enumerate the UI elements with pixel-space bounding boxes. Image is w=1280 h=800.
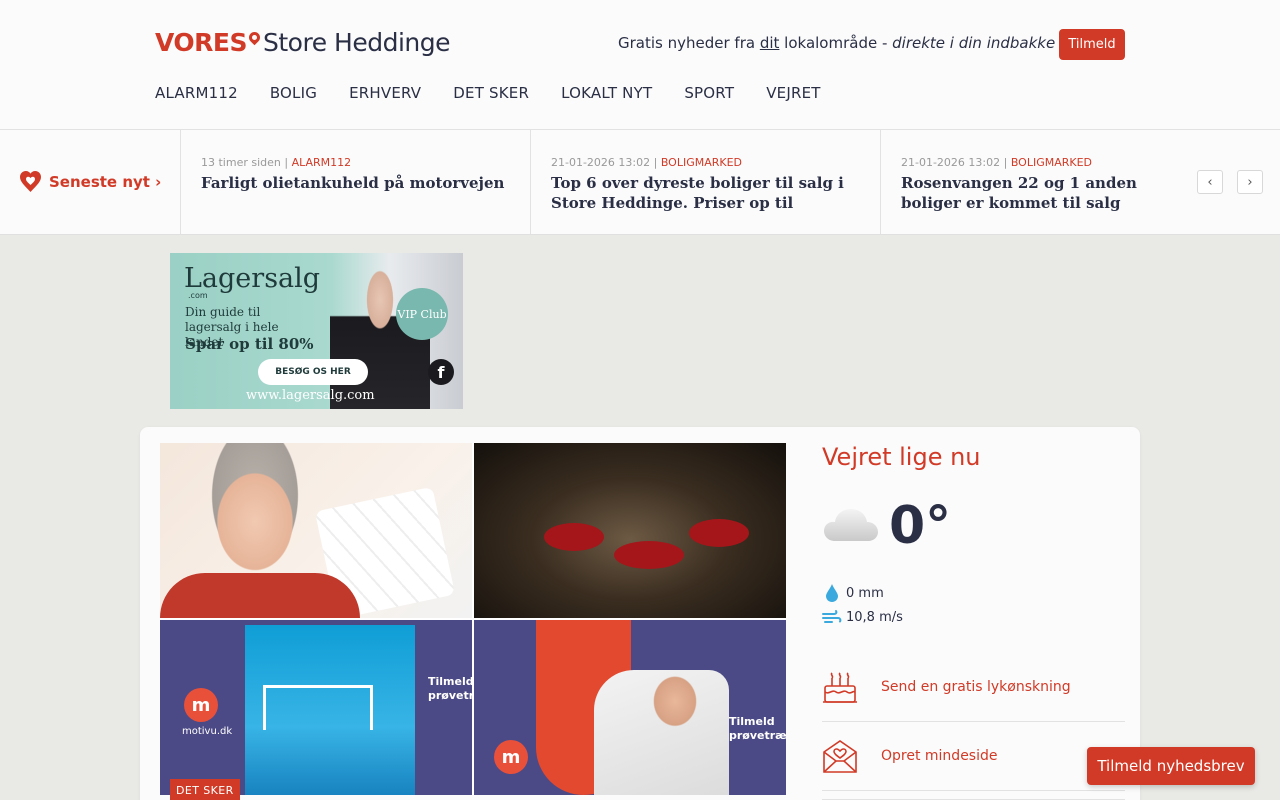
featured-image-collage[interactable]: m motivu.dk Tilmeld prøvetræn m Tilmeld …: [160, 443, 786, 795]
memorial-page-link[interactable]: Opret mindeside: [822, 722, 1125, 791]
tagline-text: Gratis nyheder fra: [618, 34, 760, 52]
weather-wind-row: 10,8 m/s: [822, 607, 903, 627]
ticker-category[interactable]: BOLIGMARKED: [1011, 156, 1092, 169]
ad-vip-badge: VIP Club: [396, 288, 448, 340]
memorial-letter-icon: [823, 740, 857, 773]
ticker-title[interactable]: Top 6 over dyreste boliger til salg i St…: [551, 173, 860, 213]
goal-shape: [263, 685, 373, 730]
birthday-greeting-label: Send en gratis lykønskning: [881, 679, 1071, 695]
ticker-category[interactable]: BOLIGMARKED: [661, 156, 742, 169]
tagline-underlined: dit: [759, 34, 780, 52]
motivu-logo-icon: m: [184, 688, 218, 722]
tile-signup-text: Tilmeld prøvetræn: [428, 675, 472, 702]
ticker-time: 21-01-2026 13:02: [901, 156, 1001, 169]
collage-image-cards-woman: [160, 443, 472, 618]
weather-precipitation-row: 0 mm: [822, 583, 884, 603]
nav-item-lokalt-nyt[interactable]: LOKALT NYT: [561, 84, 652, 102]
cloud-icon: [824, 509, 878, 541]
logo-town: Store Heddinge: [263, 28, 450, 57]
karate-image: [594, 670, 729, 795]
ad-visit-button[interactable]: BESØG OS HER: [258, 359, 368, 385]
nav-item-sport[interactable]: SPORT: [684, 84, 734, 102]
collage-image-waterpolo: m motivu.dk Tilmeld prøvetræn: [160, 620, 472, 795]
nav-item-bolig[interactable]: BOLIG: [270, 84, 317, 102]
location-pin-icon: [246, 29, 263, 46]
ticker-item[interactable]: 21-01-2026 13:02 | BOLIGMARKED Top 6 ove…: [531, 130, 881, 234]
latest-news-label: Seneste nyt ›: [49, 173, 162, 191]
ticker-meta: 21-01-2026 13:02 | BOLIGMARKED: [901, 156, 1093, 169]
nav-item-erhverv[interactable]: ERHVERV: [349, 84, 421, 102]
news-ticker: Seneste nyt › 13 timer siden | ALARM112 …: [0, 130, 1280, 235]
woman-face-image: [180, 443, 330, 618]
latest-news-link[interactable]: Seneste nyt ›: [0, 130, 181, 234]
figure-shape: [689, 519, 749, 547]
memorial-page-label: Opret mindeside: [881, 748, 998, 764]
tile-signup-text: Tilmeld prøvetræning: [729, 715, 786, 742]
ticker-next-button[interactable]: ›: [1237, 170, 1263, 194]
category-tag[interactable]: DET SKER: [170, 779, 240, 800]
birthday-greeting-link[interactable]: Send en gratis lykønskning: [822, 653, 1125, 722]
nav-item-alarm112[interactable]: ALARM112: [155, 84, 238, 102]
ad-banner-lagersalg[interactable]: Lagersalg .com Din guide til lagersalg i…: [170, 253, 463, 409]
wind-value: 10,8 m/s: [846, 609, 903, 625]
site-header: VORES Store Heddinge Gratis nyheder fra …: [0, 0, 1280, 130]
ticker-meta: 21-01-2026 13:02 | BOLIGMARKED: [551, 156, 743, 169]
facebook-icon: f: [428, 359, 454, 385]
wind-icon: [822, 607, 842, 627]
figure-shape: [614, 541, 684, 569]
pool-image: [245, 625, 415, 795]
logo-prefix: VORES: [155, 28, 248, 57]
weather-temperature: 0°: [889, 496, 952, 556]
ticker-item[interactable]: 21-01-2026 13:02 | BOLIGMARKED Rosenvang…: [881, 130, 1181, 234]
heart-pin-icon: [20, 171, 41, 192]
ticker-title[interactable]: Rosenvangen 22 og 1 anden boliger er kom…: [901, 173, 1177, 213]
cake-icon: [823, 672, 857, 703]
tagline-italic: direkte i din indbakke: [892, 34, 1056, 52]
motivu-logo-icon: m: [494, 740, 528, 774]
ad-brand: Lagersalg: [184, 263, 321, 294]
ad-offer: Spar op til 80%: [185, 335, 314, 353]
collage-image-theatre: [474, 443, 786, 618]
action-divider: [822, 791, 1125, 800]
ticker-title[interactable]: Farligt olietankuheld på motorvejen: [201, 173, 510, 193]
figure-shape: [544, 523, 604, 551]
site-logo[interactable]: VORES Store Heddinge: [155, 28, 450, 57]
ticker-item[interactable]: 13 timer siden | ALARM112 Farligt olieta…: [181, 130, 531, 234]
collage-image-karate: m Tilmeld prøvetræning: [474, 620, 786, 795]
ad-brand-sub: .com: [188, 291, 208, 300]
raindrop-icon: [822, 583, 842, 603]
newsletter-signup-button[interactable]: Tilmeld nyhedsbrev: [1087, 747, 1255, 785]
motivu-brand: motivu.dk: [182, 726, 233, 737]
nav-item-det-sker[interactable]: DET SKER: [453, 84, 529, 102]
precipitation-value: 0 mm: [846, 585, 884, 601]
tagline-text-mid: lokalområde -: [779, 34, 893, 52]
ticker-meta: 13 timer siden | ALARM112: [201, 156, 352, 169]
ticker-time: 21-01-2026 13:02: [551, 156, 651, 169]
main-nav: ALARM112 BOLIG ERHVERV DET SKER LOKALT N…: [155, 84, 853, 102]
signup-button[interactable]: Tilmeld: [1059, 29, 1125, 60]
weather-title: Vejret lige nu: [822, 443, 981, 471]
nav-item-vejret[interactable]: VEJRET: [766, 84, 820, 102]
ticker-time: 13 timer siden: [201, 156, 281, 169]
ad-url: www.lagersalg.com: [246, 388, 375, 403]
ticker-prev-button[interactable]: ‹: [1197, 170, 1223, 194]
header-tagline: Gratis nyheder fra dit lokalområde - dir…: [618, 34, 1055, 52]
ticker-category[interactable]: ALARM112: [292, 156, 352, 169]
